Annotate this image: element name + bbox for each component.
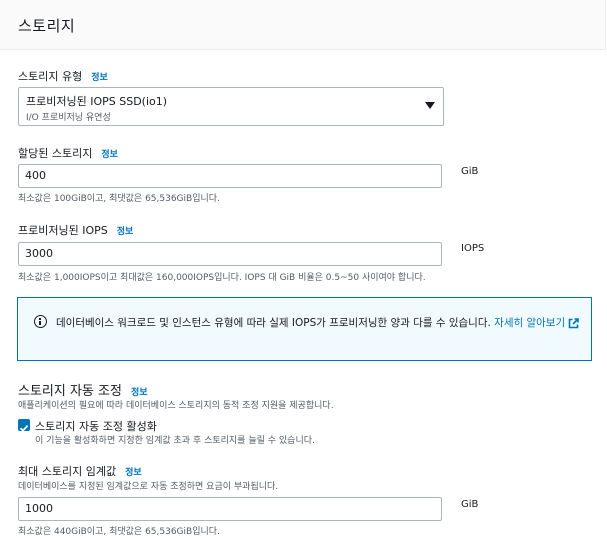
- provisioned-iops-label-text: 프로비저닝된 IOPS: [18, 224, 108, 237]
- max-threshold-unit: GiB: [461, 499, 479, 510]
- allocated-storage-label: 할당된 스토리지 정보: [18, 145, 118, 161]
- autoscaling-title-text: 스토리지 자동 조정: [18, 384, 122, 399]
- autoscaling-checkbox-description: 이 기능을 활성화하면 지정한 임계값 초과 후 스토리지를 늘릴 수 있습니다…: [35, 436, 315, 446]
- allocated-storage-unit: GiB: [461, 166, 479, 177]
- provisioned-iops-label: 프로비저닝된 IOPS 정보: [18, 222, 133, 238]
- max-threshold-description: 데이터베이스를 지정된 임계값으로 자동 조정하면 요금이 부과됩니다.: [18, 482, 279, 492]
- provisioned-iops-unit: IOPS: [461, 243, 485, 254]
- storage-type-label: 스토리지 유형 정보: [18, 68, 108, 84]
- info-alert-message: 데이터베이스 워크로드 및 인스턴스 유형에 따라 실제 IOPS가 프로비저닝…: [56, 317, 495, 329]
- info-alert: 데이터베이스 워크로드 및 인스턴스 유형에 따라 실제 IOPS가 프로비저닝…: [17, 297, 592, 361]
- storage-type-select[interactable]: 프로비저닝된 IOPS SSD(io1) I/O 프로비저닝 유연성: [18, 87, 444, 126]
- max-threshold-label-text: 최대 스토리지 임계값: [18, 465, 117, 478]
- section-title: 스토리지: [18, 17, 76, 35]
- max-threshold-label: 최대 스토리지 임계값 정보: [18, 463, 142, 479]
- allocated-storage-hint: 최소값은 100GiB이고, 최댓값은 65,536GiB입니다.: [18, 194, 220, 204]
- dropdown-caret-icon: [425, 102, 435, 109]
- learn-more-link[interactable]: 자세히 알아보기: [494, 317, 579, 329]
- max-threshold-hint: 최소값은 440GiB이고, 최댓값은 65,536GiB입니다.: [18, 527, 220, 537]
- autoscaling-checkbox[interactable]: [18, 419, 30, 432]
- storage-type-info-link[interactable]: 정보: [91, 73, 108, 83]
- storage-type-selected-description: I/O 프로비저닝 유연성: [26, 113, 111, 123]
- storage-type-selected-value: 프로비저닝된 IOPS SSD(io1): [26, 95, 168, 108]
- allocated-storage-input[interactable]: 400: [18, 164, 442, 188]
- learn-more-link-text: 자세히 알아보기: [494, 317, 566, 329]
- autoscaling-checkbox-label[interactable]: 스토리지 자동 조정 활성화: [35, 418, 157, 434]
- max-threshold-info-link[interactable]: 정보: [125, 468, 142, 478]
- info-alert-text: 데이터베이스 워크로드 및 인스턴스 유형에 따라 실제 IOPS가 프로비저닝…: [56, 314, 581, 332]
- autoscaling-description: 애플리케이션의 필요에 따라 데이터베이스 스토리지의 동적 조정 지원을 제공…: [18, 401, 334, 411]
- checkmark-icon: [19, 424, 29, 432]
- allocated-storage-label-text: 할당된 스토리지: [18, 147, 93, 160]
- provisioned-iops-info-link[interactable]: 정보: [117, 227, 134, 237]
- storage-type-label-text: 스토리지 유형: [18, 70, 83, 83]
- external-link-icon: [568, 317, 579, 328]
- provisioned-iops-input[interactable]: 3000: [18, 242, 442, 266]
- provisioned-iops-hint: 최소값은 1,000IOPS이고 최대값은 160,000IOPS입니다. IO…: [18, 273, 426, 283]
- allocated-storage-info-link[interactable]: 정보: [101, 150, 118, 160]
- max-threshold-input[interactable]: 1000: [18, 497, 442, 521]
- autoscaling-info-link[interactable]: 정보: [131, 388, 148, 398]
- info-circle-icon: [34, 315, 47, 328]
- section-header: 스토리지: [0, 0, 606, 50]
- autoscaling-section-title: 스토리지 자동 조정 정보: [18, 380, 148, 399]
